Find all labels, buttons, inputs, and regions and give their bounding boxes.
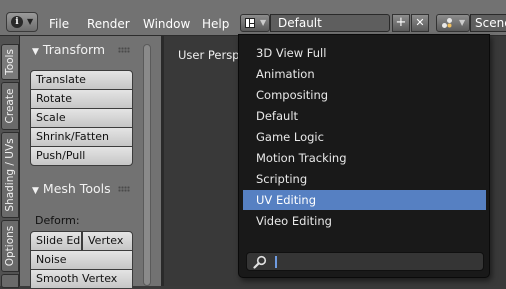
- screen-layout-button[interactable]: ▼: [240, 14, 270, 32]
- search-icon: [253, 255, 267, 269]
- tool-shelf: ▼ Transform Translate Rotate Scale Shrink…: [20, 36, 161, 289]
- menu-search-input[interactable]: [246, 252, 484, 271]
- chevron-down-icon: ▼: [27, 17, 34, 26]
- menu-render[interactable]: Render: [87, 17, 130, 31]
- layout-option-uv-editing[interactable]: UV Editing: [243, 190, 486, 210]
- menu-help[interactable]: Help: [202, 17, 229, 31]
- smooth-vertex-button[interactable]: Smooth Vertex: [30, 269, 133, 289]
- remove-layout-button[interactable]: ✕: [411, 14, 429, 32]
- drag-handle-icon[interactable]: [118, 47, 130, 53]
- mesh-tools-panel-header[interactable]: ▼ Mesh Tools: [32, 181, 111, 196]
- tab-shading-uvs[interactable]: Shading / UVs: [1, 132, 19, 218]
- slide-edge-button[interactable]: Slide Ed: [30, 231, 82, 251]
- layout-option-game-logic[interactable]: Game Logic: [243, 127, 486, 147]
- push-pull-button[interactable]: Push/Pull: [30, 146, 133, 166]
- add-layout-button[interactable]: +: [392, 14, 410, 32]
- tool-tabs: Tools Create Shading / UVs Options: [0, 36, 20, 288]
- transform-panel-header[interactable]: ▼ Transform: [32, 42, 105, 57]
- shrink-fatten-button[interactable]: Shrink/Fatten: [30, 127, 133, 147]
- screen-layout-menu: 3D View Full Animation Compositing Defau…: [238, 34, 490, 278]
- scene-selector-button[interactable]: ▼: [436, 14, 470, 32]
- tab-options[interactable]: Options: [1, 220, 19, 272]
- translate-button[interactable]: Translate: [30, 70, 133, 90]
- noise-button[interactable]: Noise: [30, 250, 133, 270]
- layout-option-motion-tracking[interactable]: Motion Tracking: [243, 148, 486, 168]
- info-icon: i: [11, 16, 23, 28]
- layout-option-scripting[interactable]: Scripting: [243, 169, 486, 189]
- drag-handle-icon[interactable]: [118, 186, 130, 192]
- text-cursor: [275, 256, 277, 268]
- chevron-down-icon: ▼: [260, 18, 267, 27]
- layout-option-default[interactable]: Default: [243, 106, 486, 126]
- layout-grid-icon: [245, 18, 255, 28]
- slide-vertex-button[interactable]: Vertex: [82, 231, 133, 251]
- chevron-down-icon: ▼: [459, 18, 466, 27]
- top-header: i ▼ File Render Window Help ▼ Default + …: [0, 0, 506, 36]
- scale-button[interactable]: Scale: [30, 108, 133, 128]
- tab-tools[interactable]: Tools: [1, 44, 19, 80]
- chevron-down-icon: ▼: [32, 47, 39, 57]
- editor-type-button[interactable]: i ▼: [6, 12, 38, 32]
- view-name-label: User Persp: [178, 48, 240, 62]
- layout-option-compositing[interactable]: Compositing: [243, 85, 486, 105]
- rotate-button[interactable]: Rotate: [30, 89, 133, 109]
- screen-layout-field[interactable]: Default: [270, 14, 390, 32]
- scene-icon: [442, 18, 452, 28]
- layout-option-animation[interactable]: Animation: [243, 64, 486, 84]
- layout-option-3d-view-full[interactable]: 3D View Full: [243, 43, 486, 63]
- menu-window[interactable]: Window: [143, 17, 190, 31]
- layout-option-video-editing[interactable]: Video Editing: [243, 211, 486, 231]
- chevron-down-icon: ▼: [32, 186, 39, 196]
- tool-shelf-scrollbar[interactable]: [143, 44, 151, 286]
- scene-name-field[interactable]: Scene: [470, 14, 506, 32]
- menu-file[interactable]: File: [49, 17, 69, 31]
- deform-label: Deform:: [35, 214, 80, 227]
- tab-create[interactable]: Create: [1, 82, 19, 130]
